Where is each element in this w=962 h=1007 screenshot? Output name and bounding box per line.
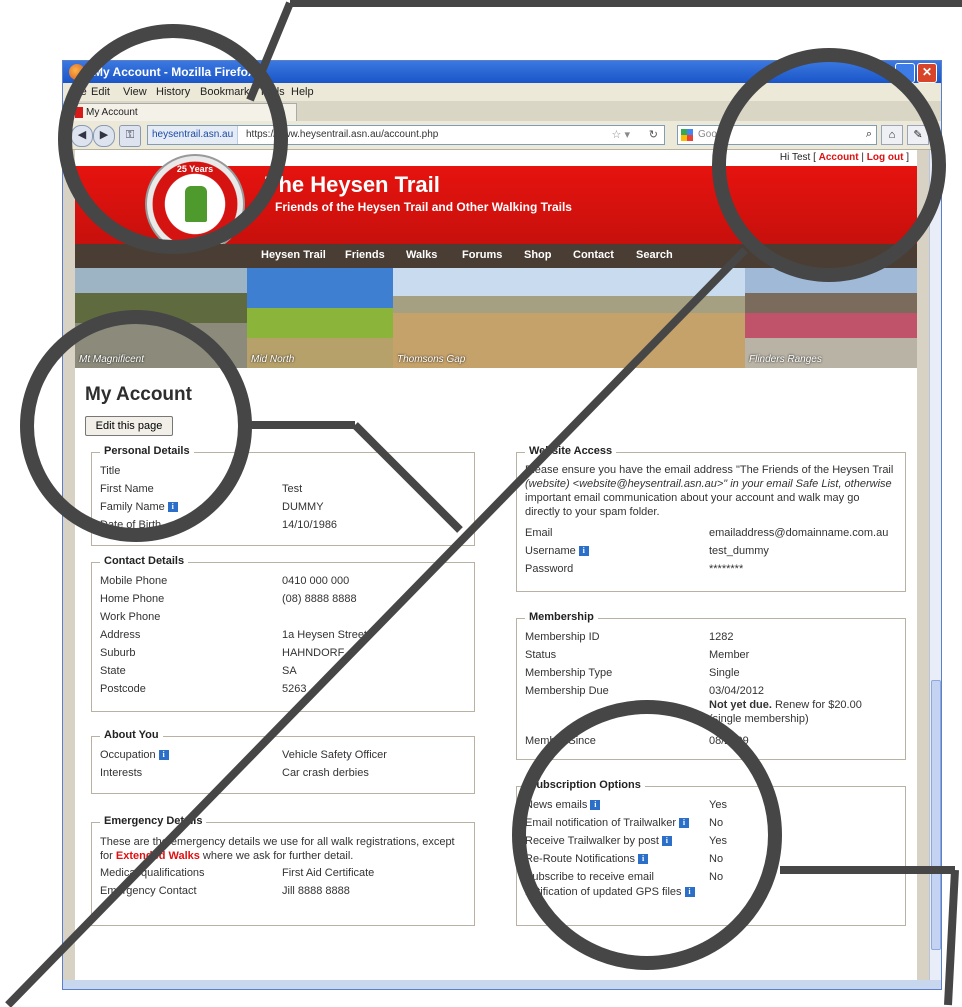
callout-line [944, 869, 959, 1006]
magnifier-circle [58, 24, 288, 254]
magnifier-circle [20, 310, 252, 542]
callout-line [352, 422, 463, 533]
magnifier-circle [512, 700, 782, 970]
magnifier-circle [712, 48, 946, 282]
